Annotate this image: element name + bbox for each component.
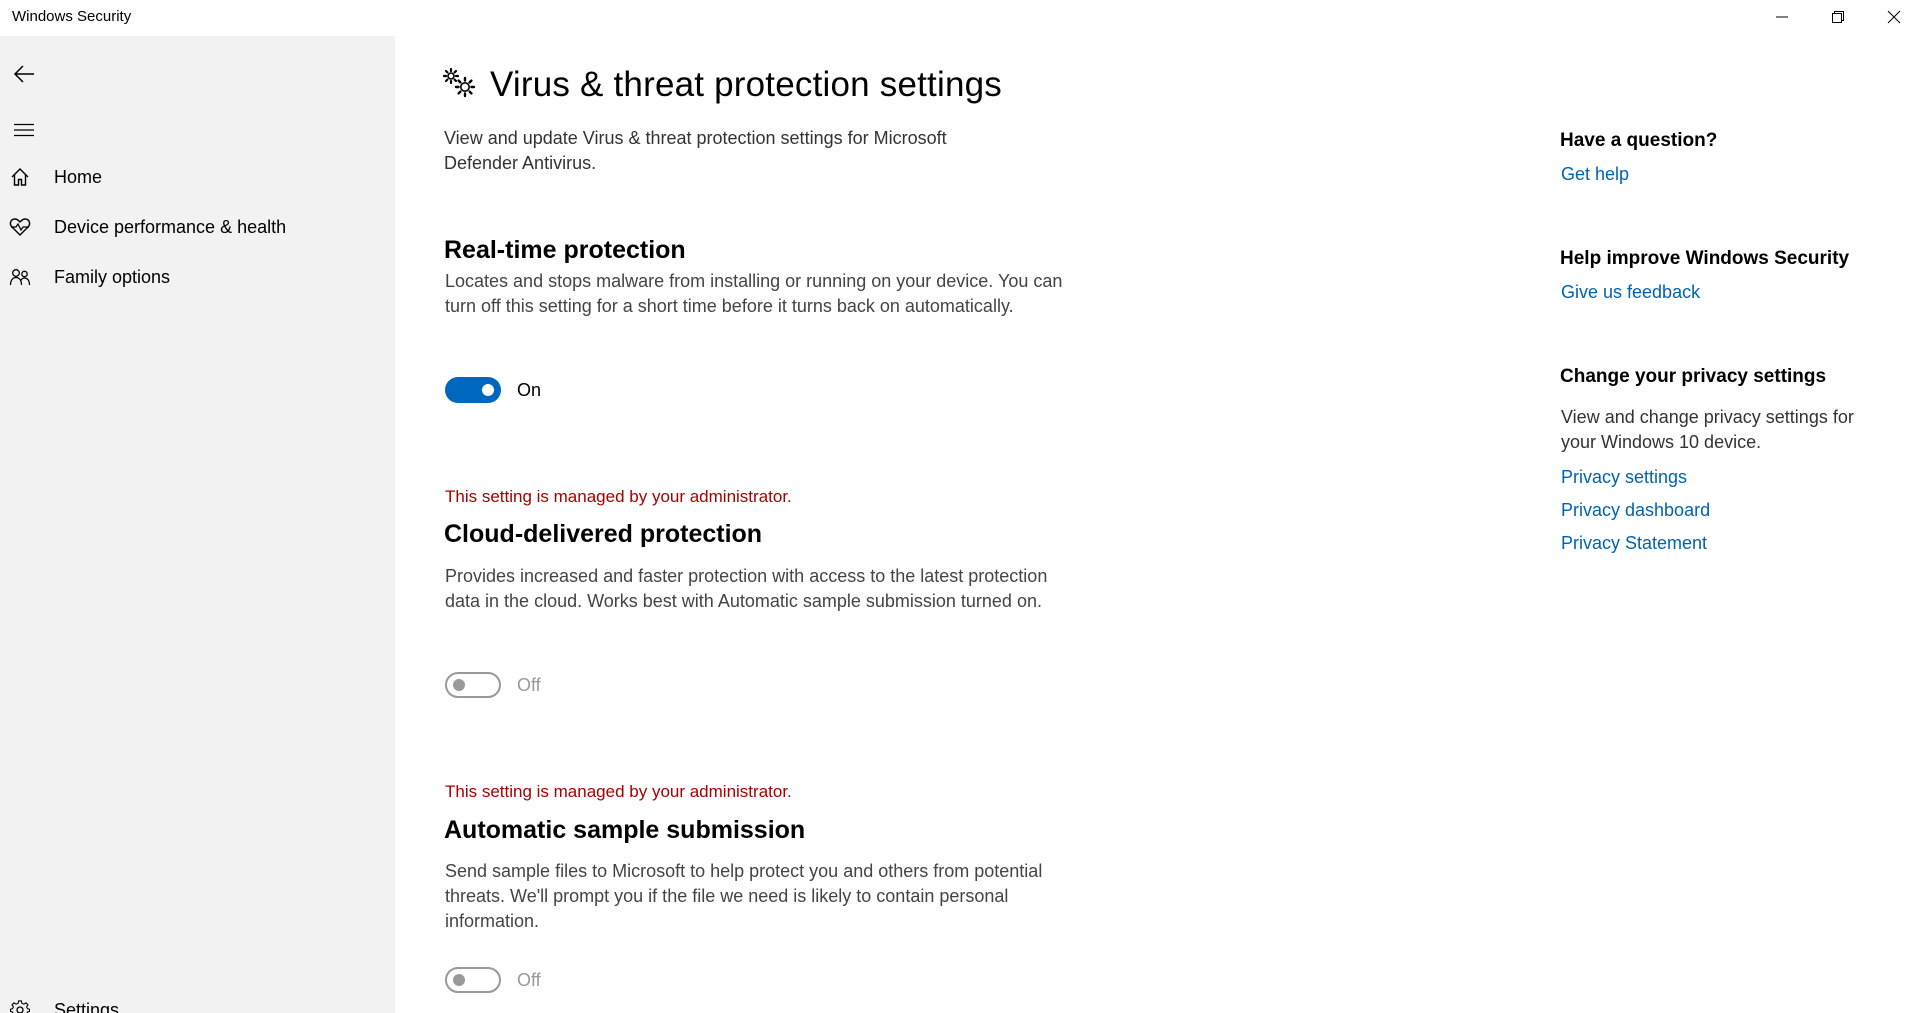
- toggle-state-label: Off: [517, 674, 541, 695]
- minimize-icon: [1776, 16, 1788, 18]
- help-heading: Have a question?: [1560, 130, 1718, 151]
- section-title-cloud-delivered: Cloud-delivered protection: [444, 520, 763, 548]
- app-title: Windows Security: [12, 8, 132, 25]
- real-time-protection-toggle[interactable]: [445, 377, 501, 403]
- page-header: Virus & threat protection settings: [442, 65, 1002, 105]
- section-description-automatic-sample: Send sample files to Microsoft to help p…: [445, 861, 1043, 931]
- sidebar-item-label: Family options: [54, 266, 171, 287]
- gear-icon: [0, 987, 40, 1013]
- feedback-heading: Help improve Windows Security: [1560, 248, 1850, 269]
- main-content: Virus & threat protection settings View …: [395, 36, 1495, 1013]
- cloud-delivered-protection-toggle-row: Off: [445, 672, 541, 698]
- gears-icon: [442, 67, 476, 104]
- hamburger-icon: [14, 123, 34, 137]
- admin-note: This setting is managed by your administ…: [445, 487, 792, 506]
- sidebar-item-label: Settings: [54, 999, 120, 1013]
- sidebar-item-settings[interactable]: Settings: [0, 990, 395, 1013]
- restore-icon: [1832, 11, 1844, 23]
- section-description-real-time: Locates and stops malware from installin…: [445, 271, 1063, 316]
- minimize-button[interactable]: [1754, 0, 1810, 34]
- home-icon: [0, 154, 40, 200]
- privacy-dashboard-link[interactable]: Privacy dashboard: [1561, 500, 1710, 521]
- toggle-knob: [453, 679, 465, 691]
- close-button[interactable]: [1866, 0, 1907, 34]
- menu-button[interactable]: [0, 106, 48, 154]
- section-title-automatic-sample: Automatic sample submission: [444, 816, 806, 844]
- sidebar-item-label: Device performance & health: [54, 216, 287, 237]
- heart-icon: [0, 204, 40, 250]
- sidebar-item-label: Home: [54, 166, 103, 187]
- toggle-knob: [453, 974, 465, 986]
- toggle-knob: [482, 384, 494, 396]
- toggle-state-label: On: [517, 379, 542, 400]
- cloud-delivered-protection-toggle[interactable]: [445, 672, 501, 698]
- title-bar: Windows Security: [0, 0, 1907, 36]
- sidebar-item-home[interactable]: Home: [0, 154, 395, 200]
- toggle-state-label: Off: [517, 969, 541, 990]
- privacy-settings-link[interactable]: Privacy settings: [1561, 467, 1687, 488]
- close-icon: [1887, 10, 1901, 24]
- get-help-link[interactable]: Get help: [1561, 164, 1629, 185]
- real-time-protection-toggle-row: On: [445, 377, 541, 403]
- page-title: Virus & threat protection settings: [490, 65, 1002, 104]
- sidebar-item-family-options[interactable]: Family options: [0, 254, 395, 300]
- section-title-real-time: Real-time protection: [444, 236, 686, 264]
- automatic-sample-submission-toggle[interactable]: [445, 967, 501, 993]
- sidebar: Home Device performance & health Family …: [0, 36, 395, 1013]
- restore-button[interactable]: [1810, 0, 1866, 34]
- back-button[interactable]: [0, 50, 48, 98]
- family-icon: [0, 254, 40, 300]
- privacy-heading: Change your privacy settings: [1560, 366, 1827, 387]
- page-description: View and update Virus & threat protectio…: [444, 128, 947, 173]
- section-description-cloud-delivered: Provides increased and faster protection…: [445, 566, 1048, 611]
- give-feedback-link[interactable]: Give us feedback: [1561, 282, 1700, 303]
- privacy-description: View and change privacy settings for you…: [1561, 407, 1854, 452]
- admin-note: This setting is managed by your administ…: [445, 782, 792, 801]
- back-arrow-icon: [13, 65, 34, 83]
- privacy-statement-link[interactable]: Privacy Statement: [1561, 533, 1707, 554]
- automatic-sample-submission-toggle-row: Off: [445, 967, 541, 993]
- sidebar-item-device-performance[interactable]: Device performance & health: [0, 204, 395, 250]
